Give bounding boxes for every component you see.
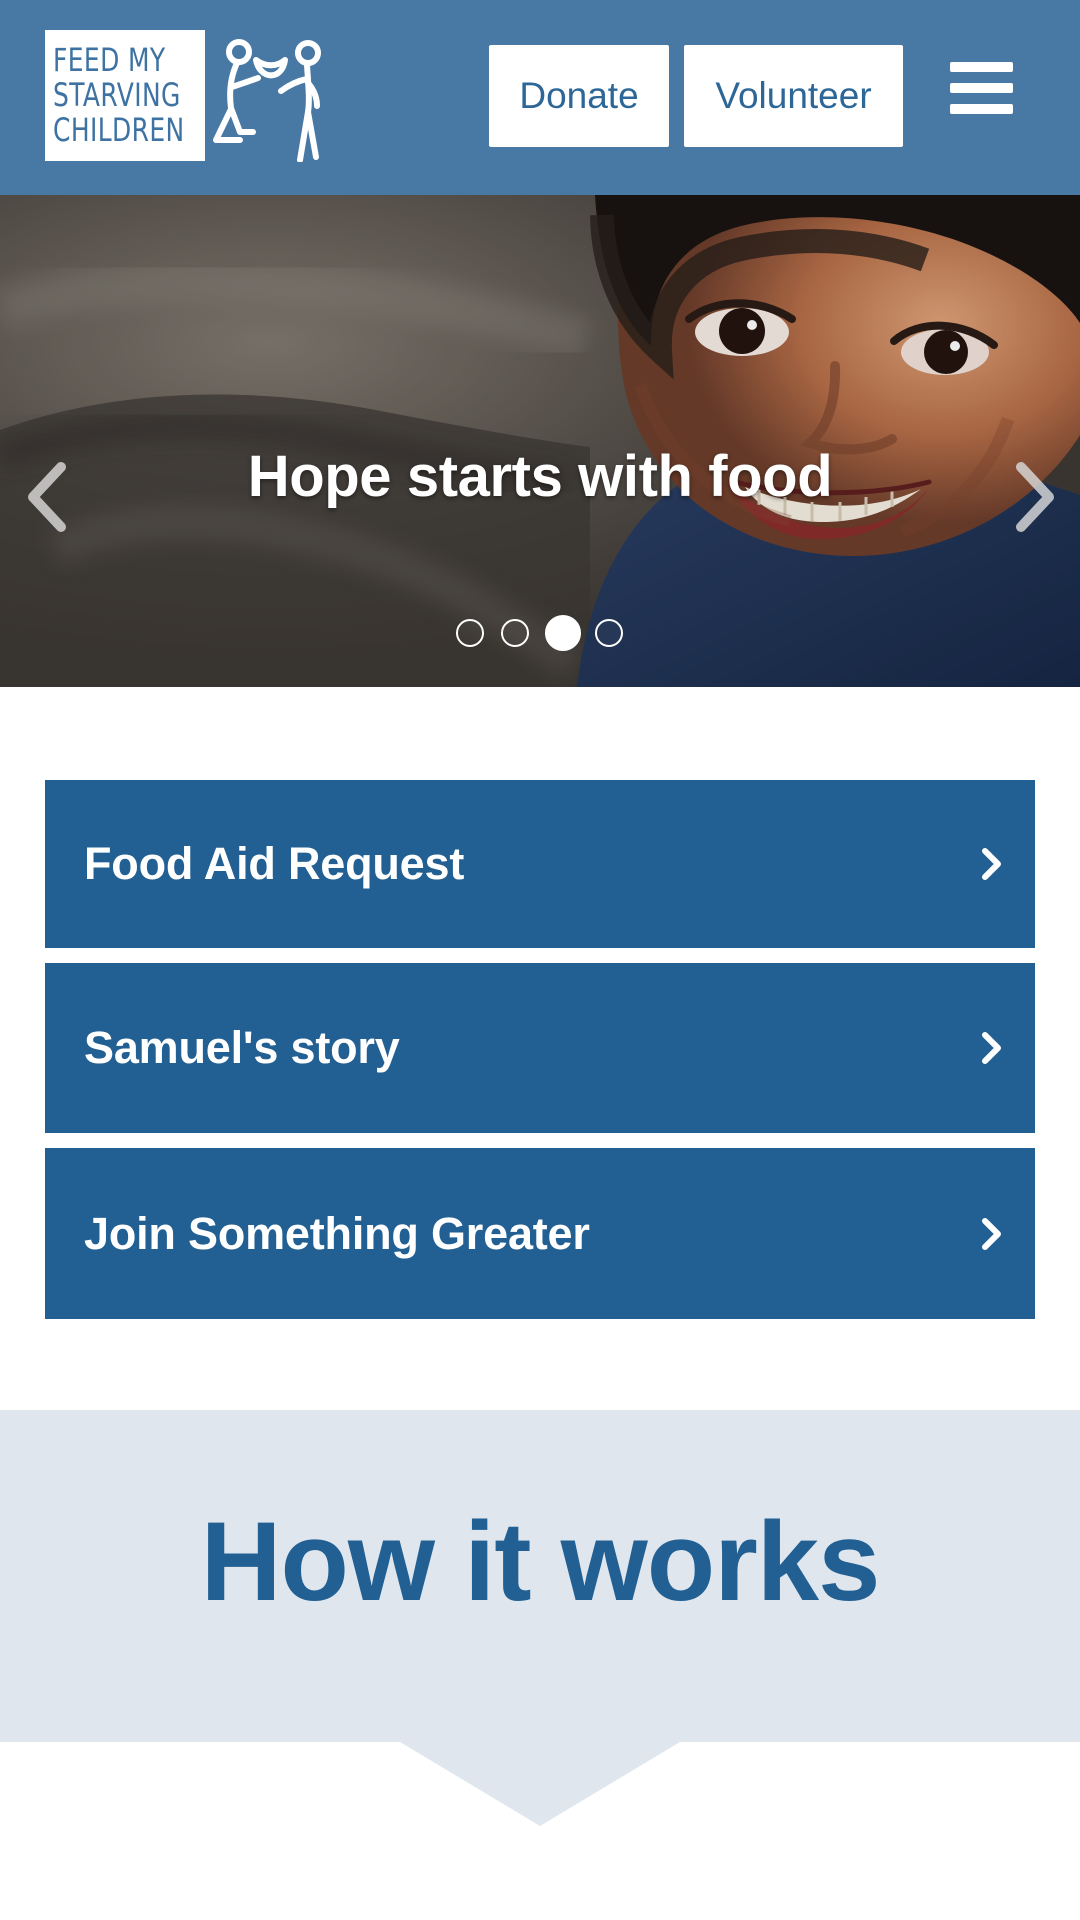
- logo-wordmark-line-feed-my: FEED MY: [53, 41, 166, 79]
- carousel-dot-2[interactable]: [501, 619, 529, 647]
- carousel-dot-4[interactable]: [595, 619, 623, 647]
- logo-wordmark-line-starving: STARVING: [53, 76, 181, 114]
- volunteer-button[interactable]: Volunteer: [684, 45, 903, 147]
- hero-title: Hope starts with food: [247, 444, 833, 509]
- carousel-dot-1[interactable]: [456, 619, 484, 647]
- samuels-story-label: Samuel's story: [84, 1022, 400, 1073]
- hamburger-menu-icon[interactable]: [950, 58, 1016, 118]
- hero-carousel: Hope starts with food: [0, 195, 1080, 687]
- carousel-dot-3[interactable]: [545, 615, 581, 651]
- join-something-greater-label: Join Something Greater: [84, 1207, 590, 1259]
- carousel-pagination: [453, 615, 627, 655]
- chevron-right-icon: [982, 1217, 1001, 1250]
- join-something-greater-link[interactable]: Join Something Greater: [45, 1148, 1035, 1319]
- section-pointer: [400, 1742, 680, 1826]
- meal-sharing-logo-icon: [213, 39, 321, 162]
- chevron-right-icon: [982, 848, 1001, 880]
- logo-wordmark: FEED MY STARVING CHILDREN: [45, 30, 205, 161]
- chevron-right-icon[interactable]: [1005, 459, 1061, 535]
- food-aid-request-label: Food Aid Request: [84, 838, 465, 889]
- hamburger-top-line: [950, 62, 1013, 72]
- site-header: FEED MY STARVING CHILDREN Donate Volunte…: [0, 0, 1080, 195]
- chevron-right-icon: [982, 1032, 1001, 1064]
- how-it-works-section: How it works: [0, 1410, 1080, 1742]
- logo-wordmark-line-children: CHILDREN: [53, 111, 185, 149]
- chevron-left-icon[interactable]: [21, 459, 77, 535]
- samuels-story-link[interactable]: Samuel's story: [45, 963, 1035, 1133]
- mobile-home-page: FEED MY STARVING CHILDREN Donate Volunte…: [0, 0, 1080, 1920]
- donate-button[interactable]: Donate: [489, 45, 669, 147]
- how-it-works-title: How it works: [200, 1499, 881, 1624]
- hamburger-bottom-line: [950, 104, 1013, 114]
- food-aid-request-link[interactable]: Food Aid Request: [45, 780, 1035, 948]
- hamburger-middle-line: [950, 83, 1013, 93]
- child-smiling-photo: [0, 195, 1080, 687]
- feed-my-starving-children-logo[interactable]: FEED MY STARVING CHILDREN: [45, 30, 345, 166]
